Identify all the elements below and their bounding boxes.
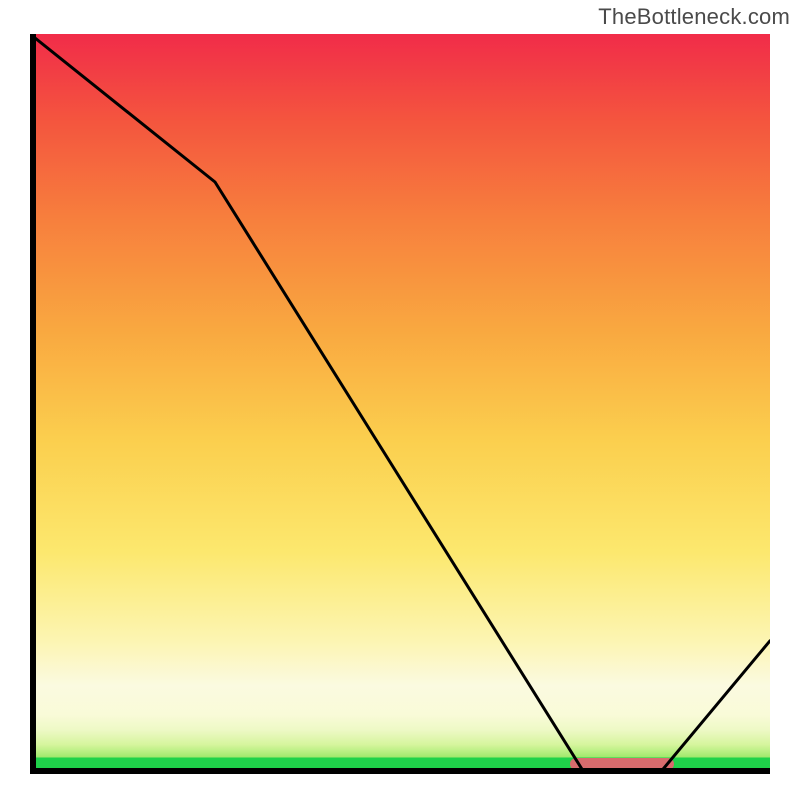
- chart-container: TheBottleneck.com: [0, 0, 800, 800]
- bottleneck-curve: [30, 34, 770, 774]
- watermark-label: TheBottleneck.com: [598, 4, 790, 30]
